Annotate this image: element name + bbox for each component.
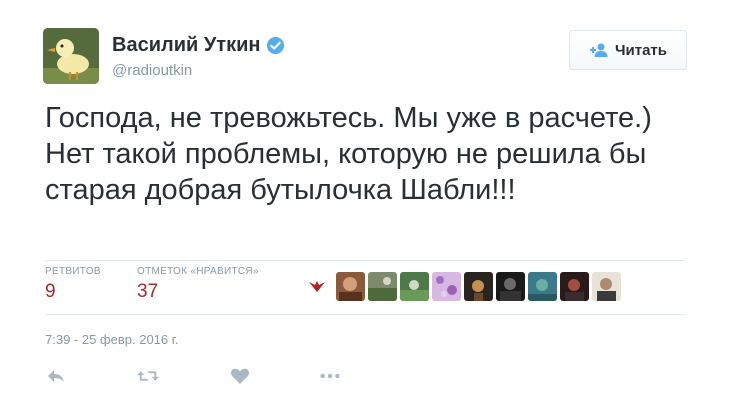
likes-stat[interactable]: ОТМЕТОК «НРАВИТСЯ» 37 xyxy=(137,266,259,303)
liker-avatar[interactable] xyxy=(592,272,621,301)
liker-avatar[interactable] xyxy=(496,272,525,301)
add-user-icon xyxy=(589,43,608,57)
retweets-stat[interactable]: РЕТВИТОВ 9 xyxy=(45,266,101,303)
liker-avatar[interactable] xyxy=(464,272,493,301)
author-name[interactable]: Василий Уткин xyxy=(112,34,285,57)
likers-row xyxy=(306,272,621,301)
likes-count: 37 xyxy=(137,281,159,302)
liker-avatar[interactable] xyxy=(528,272,557,301)
liker-avatar[interactable] xyxy=(432,272,461,301)
likes-label: ОТМЕТОК «НРАВИТСЯ» xyxy=(137,266,259,277)
follow-button-label: Читать xyxy=(614,41,668,59)
follow-button[interactable]: Читать xyxy=(569,30,687,70)
stats-top-divider xyxy=(45,260,685,261)
more-icon[interactable] xyxy=(319,366,341,386)
verified-badge-icon xyxy=(267,36,285,55)
author-handle[interactable]: @radioutkin xyxy=(112,62,192,79)
stats-bottom-divider xyxy=(45,314,685,315)
duck-avatar-icon xyxy=(43,28,99,84)
tweet-text: Господа, не тревожьтесь. Мы уже в расчет… xyxy=(45,102,652,206)
reply-icon[interactable] xyxy=(45,366,67,386)
tweet-actions xyxy=(45,366,341,386)
liker-avatar[interactable] xyxy=(400,272,429,301)
liker-avatar[interactable] xyxy=(336,272,365,301)
retweets-count: 9 xyxy=(45,281,56,302)
author-avatar[interactable] xyxy=(43,28,99,84)
author-name-text: Василий Уткин xyxy=(112,34,261,56)
tweet-timestamp[interactable]: 7:39 - 25 февр. 2016 г. xyxy=(45,332,179,347)
retweet-icon[interactable] xyxy=(137,366,159,386)
liker-avatar[interactable] xyxy=(368,272,397,301)
red-bird-logo-icon[interactable] xyxy=(306,276,328,298)
like-icon[interactable] xyxy=(229,366,251,386)
retweets-label: РЕТВИТОВ xyxy=(45,266,101,277)
liker-avatar[interactable] xyxy=(560,272,589,301)
